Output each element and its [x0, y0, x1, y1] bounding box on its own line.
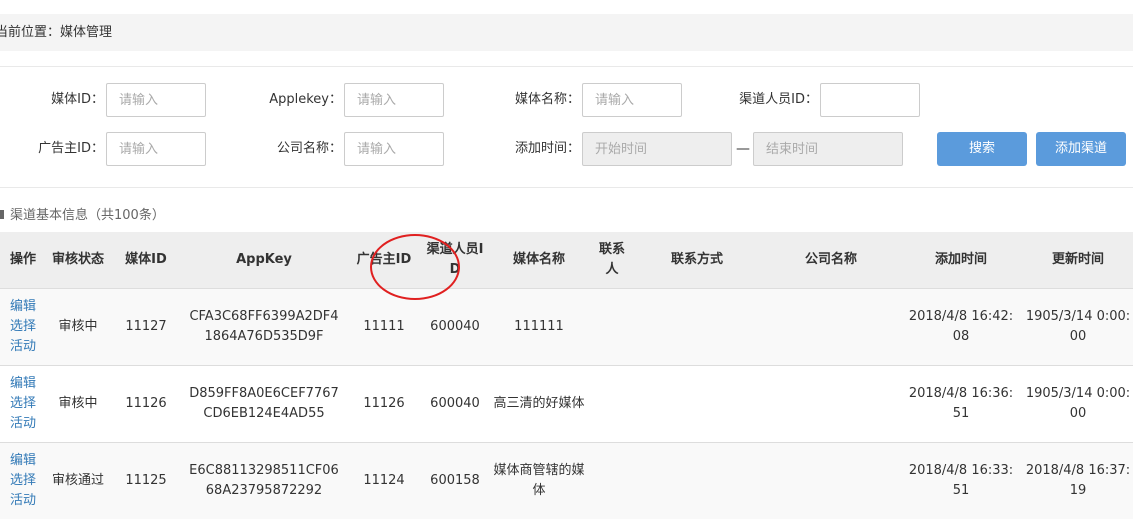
col-company-name: 公司名称 [760, 232, 902, 289]
cell-status: 审核中 [46, 289, 110, 366]
select-activity-link[interactable]: 选择活动 [4, 471, 42, 511]
row-actions: 编辑 选择活动 [0, 366, 46, 443]
breadcrumb-text: 当前位置：媒体管理 [0, 25, 112, 40]
cell-media-name: 高三清的好媒体 [488, 366, 590, 443]
media-id-input[interactable] [106, 83, 206, 117]
table-row: 编辑 选择活动 审核中 11126 D859FF8A0E6CEF7767CD6E… [0, 366, 1133, 443]
cell-contact-method [634, 366, 760, 443]
cell-update-time: 2018/4/8 16:37:19 [1020, 443, 1133, 519]
advertiser-id-input[interactable] [106, 132, 206, 166]
cell-channel-staff-id: 600040 [422, 366, 488, 443]
cell-appkey: D859FF8A0E6CEF7767CD6EB124E4AD55 [182, 366, 346, 443]
cell-contact-method [634, 443, 760, 519]
cell-media-id: 11125 [110, 443, 182, 519]
add-channel-button[interactable]: 添加渠道 [1036, 132, 1126, 166]
cell-add-time: 2018/4/8 16:36:51 [902, 366, 1020, 443]
media-name-input[interactable] [582, 83, 682, 117]
edit-link[interactable]: 编辑 [4, 297, 42, 317]
add-time-label: 添加时间： [478, 132, 580, 166]
row-actions: 编辑 选择活动 [0, 443, 46, 519]
advertiser-id-label: 广告主ID： [0, 132, 104, 166]
cell-company-name [760, 443, 902, 519]
filter-panel: 媒体ID： Applekey： 媒体名称： 渠道人员ID： 广告主ID： 公司名… [0, 66, 1133, 188]
cell-status: 审核通过 [46, 443, 110, 519]
cell-contact-method [634, 289, 760, 366]
cell-media-name: 媒体商管辖的媒体 [488, 443, 590, 519]
table-row: 编辑 选择活动 审核通过 11125 E6C88113298511CF0668A… [0, 443, 1133, 519]
section-header: 渠道基本信息（共100条） [0, 200, 1133, 232]
cell-channel-staff-id: 600040 [422, 289, 488, 366]
cell-contact [590, 443, 634, 519]
section-title: 渠道基本信息（共100条） [10, 208, 165, 223]
cell-advertiser-id: 11111 [346, 289, 422, 366]
channel-staff-id-input[interactable] [820, 83, 920, 117]
media-id-label: 媒体ID： [0, 83, 104, 117]
cell-status: 审核中 [46, 366, 110, 443]
cell-advertiser-id: 11126 [346, 366, 422, 443]
breadcrumb: 当前位置：媒体管理 [0, 14, 1133, 51]
col-channel-staff-id: 渠道人员ID [422, 232, 488, 289]
col-media-id: 媒体ID [110, 232, 182, 289]
cell-contact [590, 366, 634, 443]
col-media-name: 媒体名称 [488, 232, 590, 289]
cell-add-time: 2018/4/8 16:33:51 [902, 443, 1020, 519]
end-time-input[interactable] [753, 132, 903, 166]
cell-update-time: 1905/3/14 0:00:00 [1020, 289, 1133, 366]
cell-media-name: 111111 [488, 289, 590, 366]
media-name-label: 媒体名称： [478, 83, 580, 117]
cell-media-id: 11127 [110, 289, 182, 366]
col-add-time: 添加时间 [902, 232, 1020, 289]
table-header-row: 操作 审核状态 媒体ID AppKey 广告主ID 渠道人员ID 媒体名称 联系… [0, 232, 1133, 289]
select-activity-link[interactable]: 选择活动 [4, 394, 42, 434]
edit-link[interactable]: 编辑 [4, 451, 42, 471]
date-range-separator: — [736, 132, 750, 166]
cell-channel-staff-id: 600158 [422, 443, 488, 519]
col-contact-method: 联系方式 [634, 232, 760, 289]
col-appkey: AppKey [182, 232, 346, 289]
edit-link[interactable]: 编辑 [4, 374, 42, 394]
col-update-time: 更新时间 [1020, 232, 1133, 289]
applekey-input[interactable] [344, 83, 444, 117]
section-marker-icon [0, 210, 4, 219]
channel-table: 操作 审核状态 媒体ID AppKey 广告主ID 渠道人员ID 媒体名称 联系… [0, 232, 1133, 519]
col-action: 操作 [0, 232, 46, 289]
channel-staff-id-label: 渠道人员ID： [700, 83, 818, 117]
search-button[interactable]: 搜索 [937, 132, 1027, 166]
cell-appkey: E6C88113298511CF0668A23795872292 [182, 443, 346, 519]
table-row: 编辑 选择活动 审核中 11127 CFA3C68FF6399A2DF41864… [0, 289, 1133, 366]
row-actions: 编辑 选择活动 [0, 289, 46, 366]
cell-appkey: CFA3C68FF6399A2DF41864A76D535D9F [182, 289, 346, 366]
col-advertiser-id: 广告主ID [346, 232, 422, 289]
start-time-input[interactable] [582, 132, 732, 166]
select-activity-link[interactable]: 选择活动 [4, 317, 42, 357]
cell-advertiser-id: 11124 [346, 443, 422, 519]
cell-media-id: 11126 [110, 366, 182, 443]
cell-company-name [760, 289, 902, 366]
col-review-status: 审核状态 [46, 232, 110, 289]
col-contact: 联系人 [590, 232, 634, 289]
applekey-label: Applekey： [240, 83, 342, 117]
cell-add-time: 2018/4/8 16:42:08 [902, 289, 1020, 366]
company-name-input[interactable] [344, 132, 444, 166]
cell-contact [590, 289, 634, 366]
company-name-label: 公司名称： [240, 132, 342, 166]
cell-update-time: 1905/3/14 0:00:00 [1020, 366, 1133, 443]
cell-company-name [760, 366, 902, 443]
